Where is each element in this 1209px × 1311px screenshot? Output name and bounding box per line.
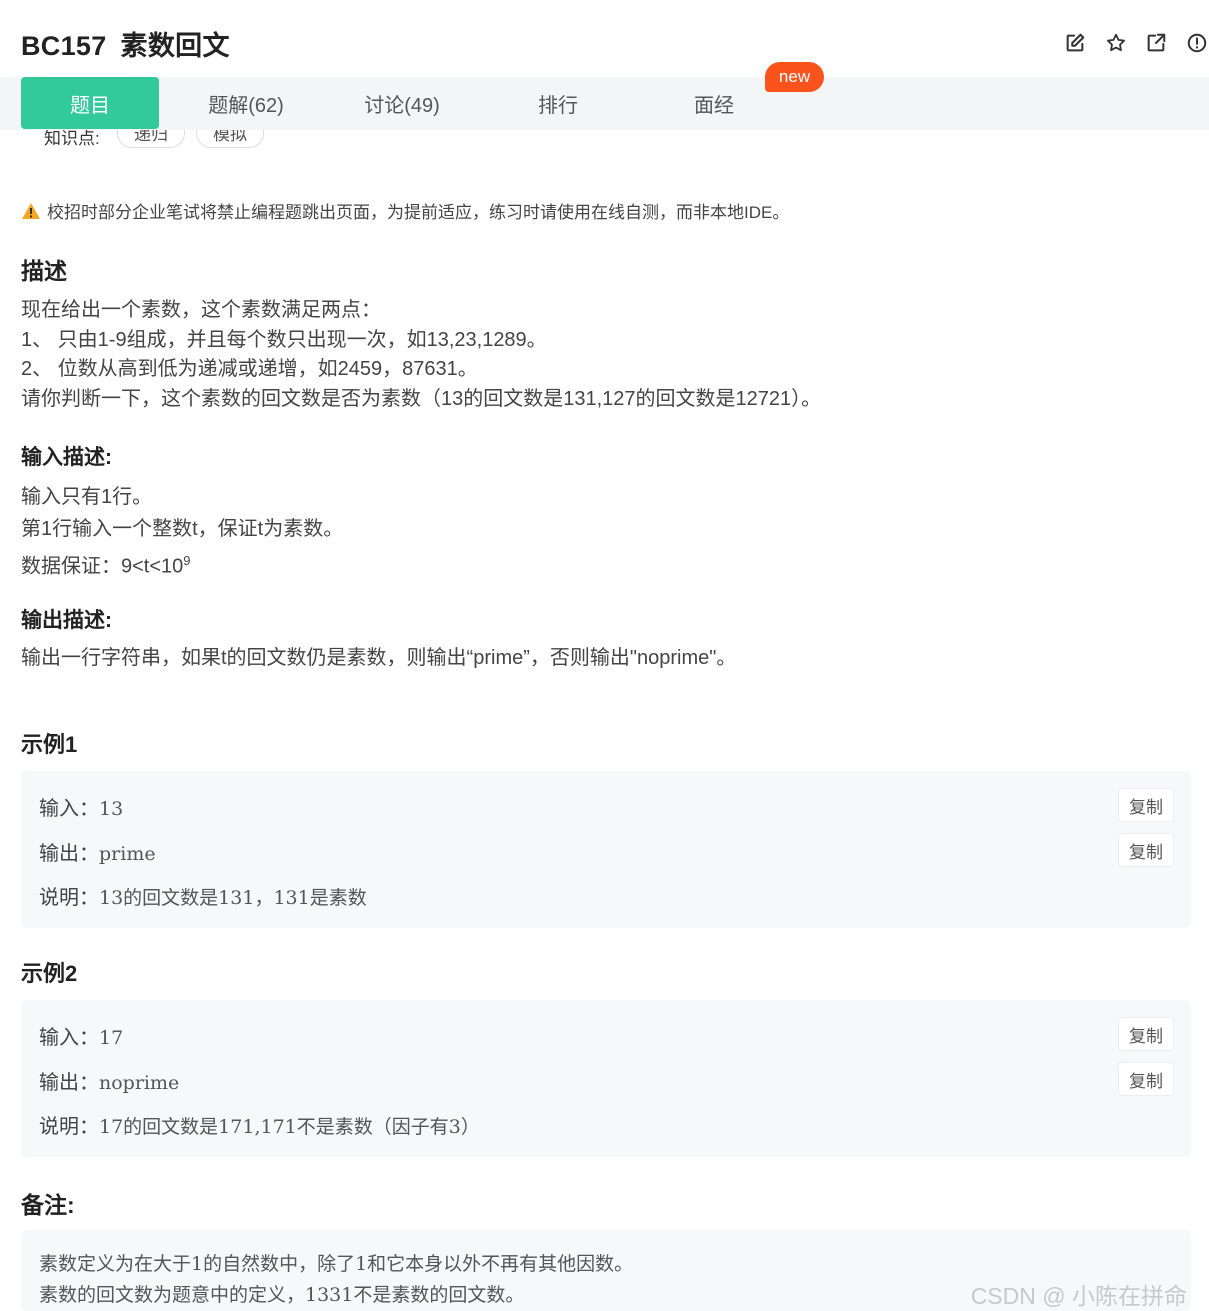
copy-output-button[interactable]: 复制 — [1119, 1063, 1173, 1095]
example-1-heading: 示例1 — [21, 732, 78, 757]
description-heading: 描述 — [21, 258, 67, 284]
example-output: 输出：noprime — [39, 1072, 180, 1094]
example-input-value: 17 — [99, 1027, 124, 1049]
copy-output-button[interactable]: 复制 — [1119, 834, 1173, 866]
page-title: BC157 素数回文 — [21, 24, 230, 63]
example-output: 输出：prime — [39, 843, 156, 865]
example-explain: 说明：17的回文数是171,171不是素数（因子有3） — [39, 1116, 480, 1138]
knowledge-points: 知识点: 递归 模拟 — [44, 130, 444, 160]
notes-heading: 备注: — [21, 1192, 75, 1218]
knowledge-tag[interactable]: 模拟 — [196, 130, 264, 148]
example-explain: 说明：13的回文数是131，131是素数 — [39, 887, 367, 909]
watermark: CSDN @ 小陈在拼命 — [970, 1283, 1187, 1309]
example-2-box: 输入：17 复制 输出：noprime 复制 说明：17的回文数是171,171… — [21, 1000, 1191, 1157]
external-link-icon[interactable] — [1143, 30, 1169, 56]
example-output-value: prime — [99, 843, 156, 865]
description-line: 现在给出一个素数，这个素数满足两点： — [21, 299, 381, 321]
input-desc-line: 输入只有1行。 — [21, 486, 153, 508]
example-1-box: 输入：13 复制 输出：prime 复制 说明：13的回文数是131，131是素… — [21, 771, 1191, 928]
example-output-value: noprime — [99, 1072, 180, 1094]
edit-icon[interactable] — [1062, 30, 1088, 56]
tab-discussion[interactable]: 讨论(49) — [333, 77, 471, 129]
description-line: 1、 只由1-9组成，并且每个数只出现一次，如13,23,1289。 — [21, 328, 547, 351]
tab-solutions[interactable]: 题解(62) — [177, 77, 315, 129]
report-icon[interactable] — [1184, 30, 1209, 56]
tab-problem[interactable]: 题目 — [21, 77, 159, 129]
example-input: 输入：17 — [39, 1027, 124, 1049]
tab-bar: 题目 题解(62) 讨论(49) 排行 面经 — [0, 77, 1209, 130]
note-line: 素数定义为在大于1的自然数中，除了1和它本身以外不再有其他因数。 — [39, 1253, 634, 1275]
example-2-heading: 示例2 — [21, 961, 78, 986]
description-body: 现在给出一个素数，这个素数满足两点： 1、 只由1-9组成，并且每个数只出现一次… — [21, 296, 821, 414]
new-badge: new — [765, 62, 824, 92]
description-line: 2、 位数从高到低为递减或递增，如2459，87631。 — [21, 358, 478, 380]
data-range: 数据保证：9<t<10 — [21, 555, 184, 578]
example-input-value: 13 — [99, 798, 124, 820]
problem-title: 素数回文 — [120, 31, 230, 61]
example-explain-value: 13的回文数是131，131是素数 — [99, 887, 367, 909]
output-desc-body: 输出一行字符串，如果t的回文数仍是素数，则输出“prime”，否则输出"nopr… — [21, 644, 736, 674]
example-explain-value: 17的回文数是171,171不是素数（因子有3） — [99, 1116, 480, 1138]
input-desc-line: 数据保证：9<t<109 — [21, 545, 343, 583]
input-desc-line: 第1行输入一个整数t，保证t为素数。 — [21, 518, 344, 540]
copy-input-button[interactable]: 复制 — [1119, 1018, 1173, 1050]
input-desc-heading: 输入描述: — [21, 446, 112, 469]
warning-icon — [22, 202, 40, 219]
exam-notice: 校招时部分企业笔试将禁止编程题跳出页面，为提前适应，练习时请使用在线自测，而非本… — [21, 198, 789, 223]
notice-text: 校招时部分企业笔试将禁止编程题跳出页面，为提前适应，练习时请使用在线自测，而非本… — [47, 203, 790, 222]
tab-interview[interactable]: 面经 — [645, 77, 783, 129]
example-input: 输入：13 — [39, 798, 124, 820]
note-line: 素数的回文数为题意中的定义，1331不是素数的回文数。 — [39, 1284, 525, 1306]
output-desc-line: 输出一行字符串，如果t的回文数仍是素数，则输出“prime”，否则输出"nopr… — [21, 647, 737, 669]
description-line: 请你判断一下，这个素数的回文数是否为素数（13的回文数是131,127的回文数是… — [21, 387, 822, 410]
knowledge-label: 知识点: — [44, 130, 100, 148]
data-range-exponent: 9 — [183, 553, 191, 568]
title-bar: BC157 素数回文 — [0, 0, 1209, 77]
tab-ranking[interactable]: 排行 — [489, 77, 627, 129]
knowledge-tag[interactable]: 递归 — [117, 130, 185, 148]
copy-input-button[interactable]: 复制 — [1119, 789, 1173, 821]
star-icon[interactable] — [1103, 30, 1129, 56]
problem-code: BC157 — [21, 31, 107, 61]
output-desc-heading: 输出描述: — [21, 609, 112, 632]
input-desc-body: 输入只有1行。 第1行输入一个整数t，保证t为素数。 数据保证：9<t<109 — [21, 481, 343, 583]
